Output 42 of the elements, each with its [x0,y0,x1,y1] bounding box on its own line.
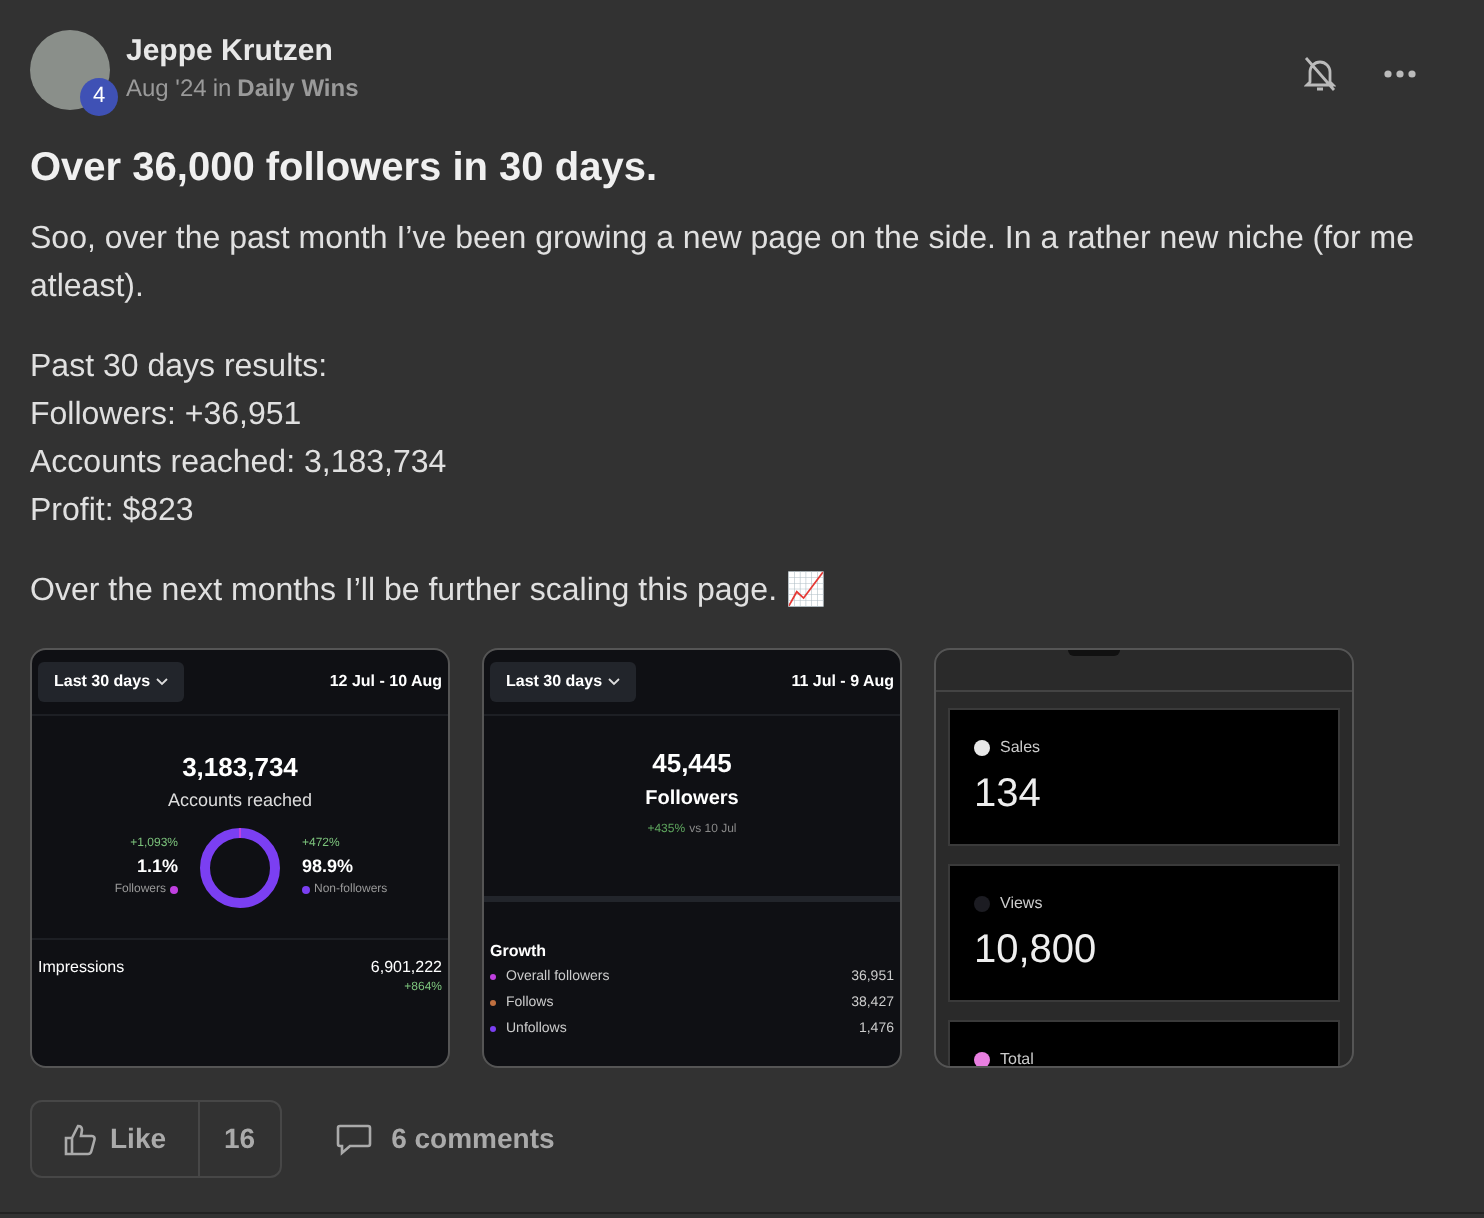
body-text: Followers: +36,951 [30,396,304,436]
thumbs-up-icon [64,1123,96,1155]
notch-shape [1068,650,1120,656]
stat-label: Views [1000,892,1043,916]
date-range: 12 Jul - 10 Aug [329,670,442,694]
metric-label: Impressions [38,956,125,980]
category-link[interactable]: Daily Wins [237,72,359,104]
stat-value: 3,183,734 [180,750,300,786]
body-text: Soo, over the past month I’ve been growing a new page on the side. In a rather new niche (for me atleast). [30,220,1416,308]
post-date: Aug '24 [126,72,207,104]
donut-ring-drawing [200,828,280,908]
chevron-down-icon [608,678,621,686]
stat-label: Accounts reached [165,787,315,813]
muted-bell-icon[interactable] [1304,56,1336,92]
like-count: 16 [198,1102,280,1176]
section-title: Growth [488,939,548,963]
date-range-button[interactable]: Last 30 days [490,662,637,702]
share-value: 1.1% [136,854,178,881]
comments-button[interactable]: 6 comments [335,1118,555,1160]
author-name[interactable]: Jeppe Krutzen [126,32,359,72]
level-badge: 4 [80,78,118,116]
share-value: 98.9% [302,854,354,881]
body-text: Accounts reached: 3,183,734 [30,444,449,484]
body-text: Profit: $823 [30,492,196,532]
stat-value: 10,800 [974,926,1099,974]
in-label: in [212,72,232,104]
comment-icon [335,1123,372,1155]
body-text: Over the next months I’ll be further scaling this page. 📈 [30,569,828,612]
body-text: Past 30 days results: [30,348,330,388]
metric-value: 6,901,222 [370,956,442,980]
stat-label: Sales [1000,736,1041,760]
stat-label: Total [1000,1048,1034,1066]
date-range-button[interactable]: Last 30 days [38,662,185,702]
chevron-down-icon [156,678,169,686]
stat-label: Followers [643,785,741,813]
stat-value: 134 [974,770,1043,818]
more-options-icon[interactable] [1384,70,1416,78]
like-button[interactable]: Like [32,1102,199,1176]
avatar[interactable] [30,30,110,110]
stat-value: 45,445 [650,746,734,782]
post-title: Over 36,000 followers in 30 days. [30,144,659,194]
date-range: 11 Jul - 9 Aug [791,670,894,694]
